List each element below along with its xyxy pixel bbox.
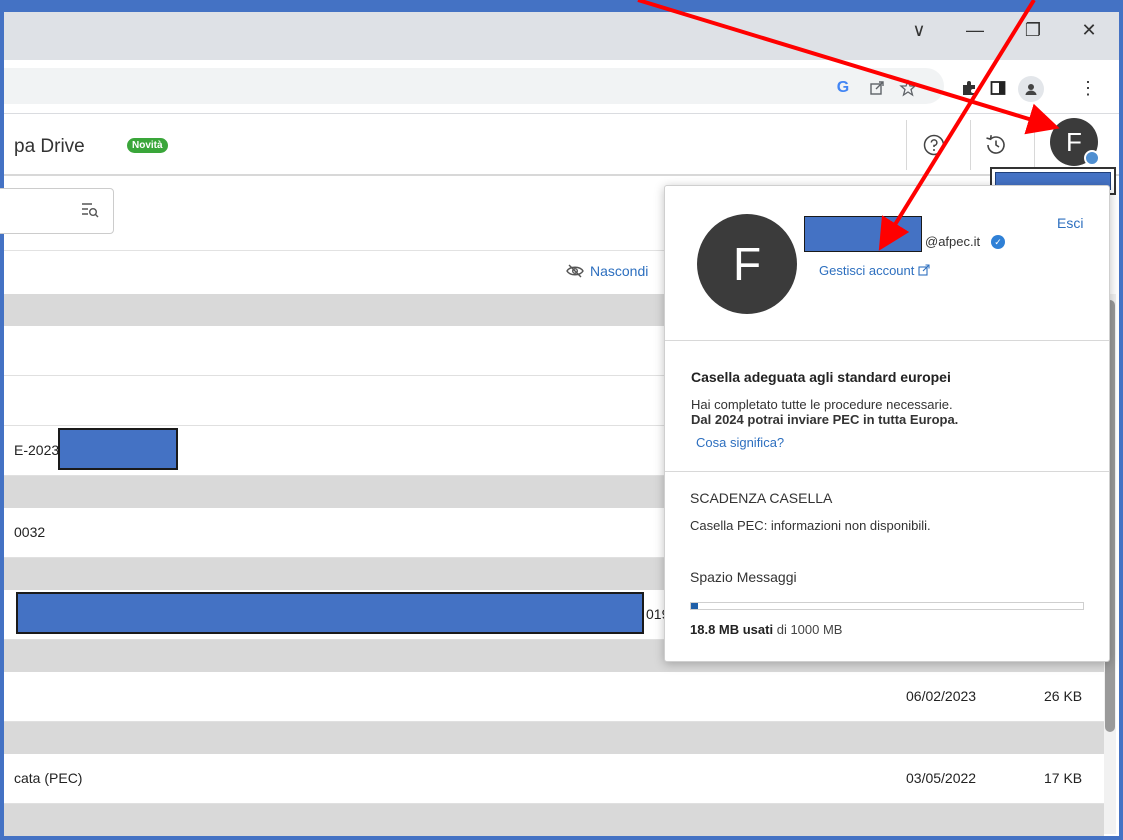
group-header bbox=[4, 722, 1104, 754]
external-link-icon bbox=[918, 264, 930, 276]
what-does-it-mean-link[interactable]: Cosa significa? bbox=[696, 435, 784, 450]
manage-account-link[interactable]: Gestisci account bbox=[819, 263, 930, 278]
verified-icon bbox=[1084, 150, 1100, 166]
history-icon[interactable] bbox=[979, 128, 1013, 162]
list-item[interactable]: cata (PEC) 03/05/2022 17 KB bbox=[4, 754, 1104, 804]
divider bbox=[665, 471, 1109, 472]
app-title[interactable]: pa Drive bbox=[14, 136, 85, 158]
message-date: 03/05/2022 bbox=[906, 770, 977, 786]
eu-compliance-note: Dal 2024 potrai inviare PEC in tutta Eur… bbox=[691, 412, 959, 427]
hide-label: Nascondi bbox=[590, 263, 649, 279]
verified-icon: ✓ bbox=[991, 235, 1005, 249]
profile-icon[interactable] bbox=[1018, 76, 1044, 102]
header-divider bbox=[1034, 120, 1035, 170]
list-item[interactable]: 06/02/2023 26 KB bbox=[4, 672, 1104, 722]
header-divider bbox=[970, 120, 971, 170]
expiry-text: Casella PEC: informazioni non disponibil… bbox=[690, 518, 931, 533]
eu-compliance-title: Casella adeguata agli standard europei bbox=[691, 369, 951, 385]
app-header: pa Drive Novità bbox=[4, 114, 1119, 176]
storage-progress-fill bbox=[691, 603, 699, 609]
star-icon[interactable] bbox=[897, 77, 919, 99]
expiry-title: SCADENZA CASELLA bbox=[690, 490, 833, 506]
sidepanel-icon[interactable] bbox=[987, 77, 1009, 99]
tab-search-button[interactable]: ∨ bbox=[896, 12, 942, 48]
minimize-button[interactable]: — bbox=[952, 12, 998, 48]
account-email-domain: @afpec.it bbox=[925, 234, 981, 249]
header-divider bbox=[906, 120, 907, 170]
restore-icon: ❐ bbox=[1024, 19, 1042, 40]
advanced-search-icon[interactable] bbox=[78, 199, 102, 221]
logout-link[interactable]: Esci bbox=[1057, 215, 1083, 231]
chevron-down-icon: ∨ bbox=[912, 19, 926, 40]
storage-progress-bar bbox=[690, 602, 1084, 610]
menu-icon[interactable]: ⋮ bbox=[1077, 77, 1099, 99]
address-bar[interactable] bbox=[4, 68, 944, 104]
redaction-box bbox=[58, 428, 178, 470]
group-header bbox=[4, 804, 1104, 836]
account-avatar: F bbox=[697, 214, 797, 314]
redaction-box bbox=[16, 592, 644, 634]
close-icon: ✕ bbox=[1081, 19, 1097, 40]
share-icon[interactable] bbox=[866, 77, 888, 99]
google-icon[interactable]: G bbox=[832, 77, 854, 99]
divider bbox=[665, 340, 1109, 341]
top-border bbox=[0, 0, 1123, 12]
new-badge: Novità bbox=[127, 138, 168, 153]
eu-compliance-text: Hai completato tutte le procedure necess… bbox=[691, 397, 953, 412]
browser-toolbar bbox=[4, 60, 1119, 114]
minimize-icon: — bbox=[966, 19, 984, 40]
message-size: 26 KB bbox=[1044, 688, 1083, 704]
message-date: 06/02/2023 bbox=[906, 688, 977, 704]
help-icon[interactable] bbox=[917, 128, 951, 162]
eye-off-icon bbox=[566, 264, 584, 278]
close-button[interactable]: ✕ bbox=[1066, 12, 1112, 48]
message-size: 17 KB bbox=[1044, 770, 1083, 786]
storage-title: Spazio Messaggi bbox=[690, 569, 797, 585]
storage-usage: 18.8 MB usati di 1000 MB bbox=[690, 622, 843, 637]
extensions-icon[interactable] bbox=[958, 77, 980, 99]
hide-button[interactable]: Nascondi bbox=[566, 263, 648, 279]
account-popup: F @afpec.it ✓ Gestisci account Esci Case… bbox=[664, 185, 1110, 662]
restore-button[interactable]: ❐ bbox=[1010, 12, 1056, 48]
redaction-box bbox=[804, 216, 922, 252]
